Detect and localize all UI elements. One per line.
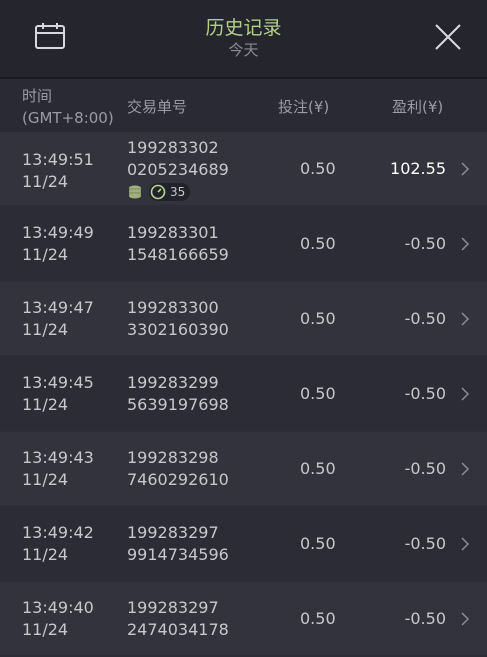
title-group: 历史记录 今天 [0, 16, 487, 60]
history-row[interactable]: 13:49:51 11/24 199283302 0205234689 35 0… [0, 132, 487, 205]
row-date: 11/24 [22, 172, 69, 191]
header-order: 交易单号 [127, 98, 188, 116]
row-date: 11/24 [22, 395, 69, 414]
header-profit: 盈利(¥) [392, 98, 444, 116]
row-date: 11/24 [22, 320, 69, 339]
row-time: 13:49:43 [22, 448, 94, 467]
row-profit: -0.50 [404, 384, 446, 403]
coins-icon [129, 185, 141, 199]
history-row[interactable]: 13:49:49 11/24 199283301 1548166659 0.50… [0, 207, 487, 280]
row-bet: 0.50 [300, 534, 336, 553]
row-order-id: 199283297 [127, 598, 219, 617]
badge-count: 35 [170, 185, 186, 199]
row-date: 11/24 [22, 620, 69, 639]
history-row[interactable]: 13:49:47 11/24 199283300 3302160390 0.50… [0, 282, 487, 355]
row-order-id-cont: 3302160390 [127, 320, 229, 339]
row-order-id-cont: 7460292610 [127, 470, 229, 489]
row-bet: 0.50 [300, 459, 336, 478]
row-profit: 102.55 [390, 159, 446, 178]
row-time: 13:49:40 [22, 598, 94, 617]
row-order-id-cont: 1548166659 [127, 245, 229, 264]
row-profit: -0.50 [404, 534, 446, 553]
row-time: 13:49:42 [22, 523, 94, 542]
row-date: 11/24 [22, 545, 69, 564]
history-row[interactable]: 13:49:45 11/24 199283299 5639197698 0.50… [0, 357, 487, 430]
history-row[interactable]: 13:49:43 11/24 199283298 7460292610 0.50… [0, 432, 487, 505]
header-time: 时间 [22, 87, 53, 105]
chevron-right-icon [461, 162, 470, 176]
row-order-id: 199283300 [127, 298, 219, 317]
close-icon[interactable] [433, 22, 463, 52]
row-badges: 35 [127, 182, 191, 202]
row-order-id-cont: 0205234689 [127, 160, 229, 179]
history-row[interactable]: 13:49:42 11/24 199283297 9914734596 0.50… [0, 507, 487, 580]
row-date: 11/24 [22, 245, 69, 264]
header-bar: 历史记录 今天 [0, 0, 487, 79]
chevron-right-icon [461, 462, 470, 476]
row-profit: -0.50 [404, 609, 446, 628]
row-profit: -0.50 [404, 309, 446, 328]
chevron-right-icon [461, 537, 470, 551]
row-order-id: 199283297 [127, 523, 219, 542]
row-time: 13:49:47 [22, 298, 94, 317]
chevron-right-icon [461, 237, 470, 251]
row-order-id: 199283298 [127, 448, 219, 467]
row-order-id: 199283302 [127, 138, 219, 157]
row-profit: -0.50 [404, 234, 446, 253]
row-time: 13:49:45 [22, 373, 94, 392]
row-order-id: 199283299 [127, 373, 219, 392]
column-header: 时间 (GMT+8:00) 交易单号 投注(¥) 盈利(¥) [0, 79, 487, 132]
row-bet: 0.50 [300, 609, 336, 628]
date-filter-label[interactable]: 今天 [0, 40, 487, 60]
row-bet: 0.50 [300, 234, 336, 253]
chevron-right-icon [461, 387, 470, 401]
row-order-id-cont: 5639197698 [127, 395, 229, 414]
timer-icon [150, 184, 166, 200]
row-bet: 0.50 [300, 309, 336, 328]
header-timezone: (GMT+8:00) [22, 109, 114, 127]
row-bet: 0.50 [300, 384, 336, 403]
row-time: 13:49:51 [22, 150, 94, 169]
history-row[interactable]: 13:49:40 11/24 199283297 2474034178 0.50… [0, 582, 487, 655]
row-date: 11/24 [22, 470, 69, 489]
free-spin-badge: 35 [149, 183, 191, 201]
history-list: 13:49:51 11/24 199283302 0205234689 35 0… [0, 132, 487, 657]
row-order-id-cont: 9914734596 [127, 545, 229, 564]
row-order-id: 199283301 [127, 223, 219, 242]
row-order-id-cont: 2474034178 [127, 620, 229, 639]
row-bet: 0.50 [300, 159, 336, 178]
page-title: 历史记录 [205, 17, 282, 39]
row-profit: -0.50 [404, 459, 446, 478]
header-bet: 投注(¥) [278, 98, 330, 116]
chevron-right-icon [461, 612, 470, 626]
chevron-right-icon [461, 312, 470, 326]
row-time: 13:49:49 [22, 223, 94, 242]
